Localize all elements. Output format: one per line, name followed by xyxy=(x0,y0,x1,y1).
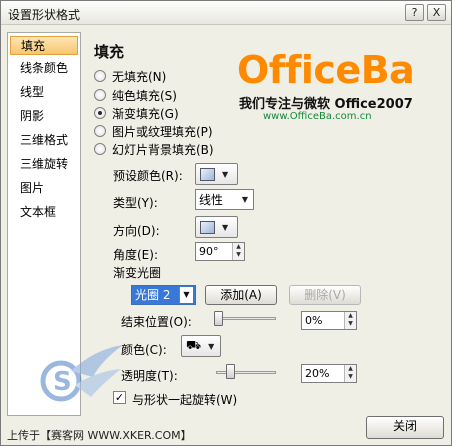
svg-text:S: S xyxy=(53,367,72,397)
chevron-down-icon: ▼ xyxy=(208,341,215,351)
end-position-spinner[interactable]: 0% ▲ ▼ xyxy=(301,311,357,330)
spin-arrows-icon[interactable]: ▲ ▼ xyxy=(344,365,356,382)
nav-item-text-box[interactable]: 文本框 xyxy=(10,203,78,222)
nav-item-picture[interactable]: 图片 xyxy=(10,179,78,198)
add-stop-button[interactable]: 添加(A) xyxy=(205,285,277,305)
angle-value: 90° xyxy=(199,245,219,258)
transparency-slider[interactable] xyxy=(216,371,276,374)
type-value: 线性 xyxy=(199,193,224,207)
radio-picture-fill[interactable]: 图片或纹理填充(P) xyxy=(94,123,213,139)
nav-item-fill[interactable]: 填充 xyxy=(10,36,78,55)
transparency-spinner[interactable]: 20% ▲ ▼ xyxy=(301,364,357,383)
nav-item-3d-format[interactable]: 三维格式 xyxy=(10,131,78,150)
end-position-slider-thumb[interactable] xyxy=(214,311,223,326)
radio-button[interactable] xyxy=(94,143,106,155)
close-button[interactable]: 关闭 xyxy=(366,416,444,439)
rotate-with-shape-label: 与形状一起旋转(W) xyxy=(132,393,238,407)
chevron-down-icon: ▼ xyxy=(179,287,193,303)
radio-label: 纯色填充(S) xyxy=(112,88,177,103)
gradient-swatch-icon xyxy=(200,167,215,181)
nav-item-line-style[interactable]: 线型 xyxy=(10,83,78,102)
direction-swatch-icon xyxy=(200,220,215,234)
angle-label: 角度(E): xyxy=(113,248,158,262)
remove-stop-button[interactable]: 删除(V) xyxy=(289,285,361,305)
help-button[interactable]: ? xyxy=(405,4,424,21)
logo-tagline: 我们专注与微软 Office2007 xyxy=(239,97,413,112)
end-position-value: 0% xyxy=(305,314,323,327)
nav-item-line-color[interactable]: 线条颜色 xyxy=(10,59,78,78)
gradient-stop-select[interactable]: 光圈 2 ▼ xyxy=(131,285,196,305)
transparency-slider-thumb[interactable] xyxy=(226,364,235,379)
radio-label: 幻灯片背景填充(B) xyxy=(112,142,214,157)
radio-no-fill[interactable]: 无填充(N) xyxy=(94,68,166,84)
transparency-label: 透明度(T): xyxy=(121,369,178,383)
end-position-slider[interactable] xyxy=(216,317,276,320)
spin-arrows-icon[interactable]: ▲ ▼ xyxy=(344,312,356,329)
chevron-down-icon: ▼ xyxy=(222,169,229,179)
transparency-value: 20% xyxy=(305,367,330,380)
radio-button[interactable] xyxy=(94,70,106,82)
end-position-label: 结束位置(O): xyxy=(121,315,192,329)
gradient-stops-label: 渐变光圈 xyxy=(113,266,162,280)
radio-button[interactable] xyxy=(94,89,106,101)
chevron-down-icon: ▼ xyxy=(241,195,248,204)
radio-label: 图片或纹理填充(P) xyxy=(112,124,213,139)
preset-color-label: 预设颜色(R): xyxy=(113,169,183,183)
logo-url: www.OfficeBa.com.cn xyxy=(263,111,372,122)
radio-gradient-fill[interactable]: 渐变填充(G) xyxy=(94,105,179,121)
watermark-upload-text: 上传于【赛客网 WWW.XKER.COM】 xyxy=(7,429,192,442)
radio-label: 渐变填充(G) xyxy=(112,106,179,121)
type-label: 类型(Y): xyxy=(113,196,158,210)
radio-slide-background-fill[interactable]: 幻灯片背景填充(B) xyxy=(94,141,214,157)
radio-solid-fill[interactable]: 纯色填充(S) xyxy=(94,87,177,103)
watermark-bird-icon: S xyxy=(40,345,123,402)
officeba-logo: OfficeBa 我们专注与微软 Office2007 www.OfficeBa… xyxy=(233,50,443,127)
panel-title: 填充 xyxy=(94,43,125,61)
nav-item-shadow[interactable]: 阴影 xyxy=(10,107,78,126)
preset-color-dropdown[interactable]: ▼ xyxy=(195,163,238,185)
dialog-title: 设置形状格式 xyxy=(8,8,81,22)
radio-button[interactable] xyxy=(94,125,106,137)
nav-item-3d-rotation[interactable]: 三维旋转 xyxy=(10,155,78,174)
angle-spinner[interactable]: 90° ▲ ▼ xyxy=(195,242,245,261)
color-dropdown[interactable]: ⛟ ▼ xyxy=(181,335,221,357)
direction-dropdown[interactable]: ▼ xyxy=(195,216,238,238)
radio-button-selected[interactable] xyxy=(94,107,106,119)
logo-brand: OfficeBa xyxy=(237,48,415,92)
stop-value: 光圈 2 xyxy=(135,288,171,302)
close-icon[interactable]: X xyxy=(427,4,446,21)
direction-label: 方向(D): xyxy=(113,224,160,238)
spin-arrows-icon[interactable]: ▲ ▼ xyxy=(232,243,244,260)
radio-label: 无填充(N) xyxy=(112,69,167,84)
color-label: 颜色(C): xyxy=(121,343,167,357)
type-select[interactable]: 线性 ▼ xyxy=(195,189,254,210)
chevron-down-icon: ▼ xyxy=(222,222,229,232)
paint-bucket-icon: ⛟ xyxy=(186,338,202,352)
format-shape-dialog: 设置形状格式 ? X 填充 线条颜色 线型 阴影 三维格式 三维旋转 图片 文本… xyxy=(0,0,452,446)
title-bar[interactable]: 设置形状格式 ? X xyxy=(1,1,451,25)
